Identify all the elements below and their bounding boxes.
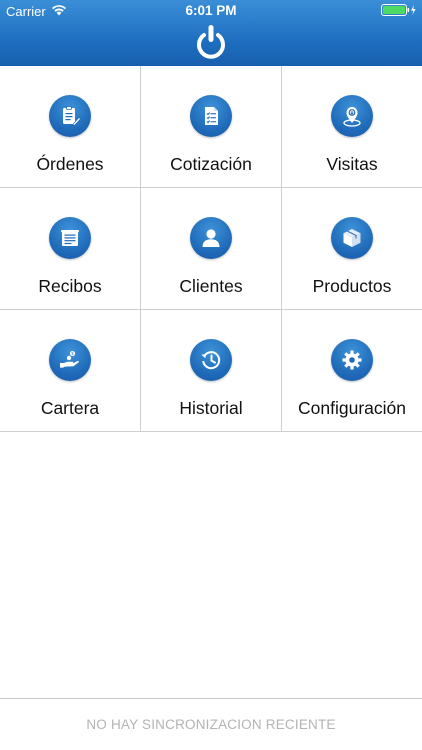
menu-item-recibos[interactable]: Recibos (0, 188, 141, 310)
menu-item-label: Productos (312, 276, 392, 296)
checklist-document-icon (190, 95, 232, 137)
menu-item-label: Órdenes (36, 154, 104, 174)
gear-icon (331, 339, 373, 381)
menu-item-label: Historial (179, 398, 243, 418)
menu-item-productos[interactable]: Productos (282, 188, 422, 310)
package-box-icon (331, 217, 373, 259)
menu-item-label: Cotización (170, 154, 252, 174)
receipt-icon (49, 217, 91, 259)
menu-item-label: Configuración (298, 398, 406, 418)
main-menu-grid: Órdenes Cotización Visitas Recibos Clien… (0, 66, 422, 432)
clipboard-pen-icon (49, 95, 91, 137)
hand-money-icon: $ (49, 339, 91, 381)
status-bar: Carrier 6:01 PM (0, 0, 422, 22)
menu-item-label: Cartera (40, 398, 100, 418)
user-icon (190, 217, 232, 259)
menu-item-configuracion[interactable]: Configuración (282, 310, 422, 432)
history-clock-icon (190, 339, 232, 381)
menu-item-clientes[interactable]: Clientes (141, 188, 282, 310)
location-pin-icon (331, 95, 373, 137)
footer-divider (0, 698, 422, 699)
menu-item-ordenes[interactable]: Órdenes (0, 66, 141, 188)
power-logo-icon (197, 25, 225, 59)
menu-item-cartera[interactable]: $ Cartera (0, 310, 141, 432)
menu-item-label: Recibos (38, 276, 102, 296)
app-header: Carrier 6:01 PM (0, 0, 422, 66)
battery-charging-icon (381, 4, 416, 16)
sync-status-text: NO HAY SINCRONIZACION RECIENTE (86, 717, 336, 732)
svg-text:$: $ (71, 351, 74, 356)
clock: 6:01 PM (185, 3, 237, 18)
menu-item-visitas[interactable]: Visitas (282, 66, 422, 188)
menu-item-cotizacion[interactable]: Cotización (141, 66, 282, 188)
menu-item-label: Clientes (179, 276, 243, 296)
menu-item-historial[interactable]: Historial (141, 310, 282, 432)
menu-item-label: Visitas (326, 154, 378, 174)
